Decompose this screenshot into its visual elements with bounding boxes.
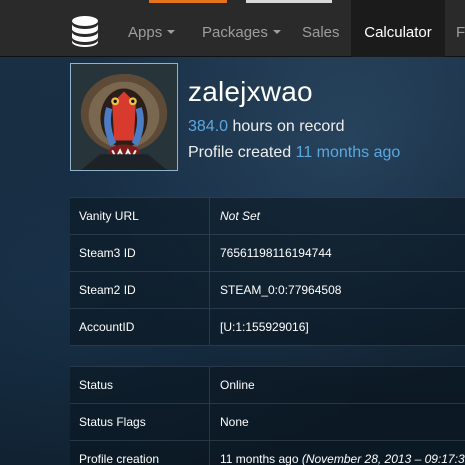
table-row: Steam2 ID STEAM_0:0:77964508 (70, 272, 465, 309)
row-key: Steam3 ID (79, 246, 136, 260)
column-divider (209, 198, 210, 234)
table-row: Status Online (70, 367, 465, 404)
page: Apps Packages Sales Calculator F zalejxw… (0, 0, 465, 465)
row-value[interactable]: 76561198116194744 (220, 235, 332, 272)
row-value[interactable]: [U:1:155929016] (220, 309, 309, 346)
nav-sales-link[interactable]: Sales (302, 0, 340, 57)
table-row: Status Flags None (70, 404, 465, 441)
hours-value: 384.0 (188, 118, 229, 135)
row-key: Profile creation (79, 452, 160, 465)
nav-apps-dropdown[interactable]: Apps (128, 0, 176, 57)
created-value-link[interactable]: 11 months ago (296, 144, 401, 161)
nav-packages-dropdown[interactable]: Packages (202, 0, 281, 57)
profile-username: zalejxwao (188, 76, 313, 107)
chevron-down-icon (272, 30, 281, 35)
nav-calculator-link[interactable]: Calculator (351, 0, 445, 57)
table-row: AccountID [U:1:155929016] (70, 309, 465, 346)
top-navbar: Apps Packages Sales Calculator F (0, 0, 465, 57)
status-table: Status Online Status Flags None Profile … (70, 366, 465, 465)
created-prefix: Profile created (188, 144, 296, 161)
nav-more-label: F (456, 24, 465, 41)
column-divider (209, 441, 210, 465)
row-value: Not Set (220, 209, 261, 223)
steam-ids-table: Vanity URL Not Set Steam3 ID 76561198116… (70, 197, 465, 346)
row-key: AccountID (79, 320, 135, 334)
row-key: Vanity URL (79, 209, 139, 223)
column-divider (209, 272, 210, 308)
mandrill-avatar-image (71, 64, 177, 170)
table-row: Profile creation 11 months ago (November… (70, 441, 465, 465)
row-key: Status (79, 378, 114, 392)
profile-creation-relative: 11 months ago (220, 452, 299, 465)
column-divider (209, 309, 210, 345)
table-row: Steam3 ID 76561198116194744 (70, 235, 465, 272)
nav-more-link[interactable]: F (456, 0, 465, 57)
row-value: Online (220, 378, 255, 392)
nav-apps-label: Apps (128, 24, 163, 41)
avatar[interactable] (70, 63, 178, 171)
row-value: None (220, 415, 249, 429)
nav-sales-label: Sales (302, 24, 340, 41)
hours-on-record: 384.0 hours on record (188, 118, 345, 136)
table-row: Vanity URL Not Set (70, 198, 465, 235)
hours-suffix: hours on record (228, 118, 345, 135)
nav-packages-label: Packages (202, 24, 268, 41)
row-key: Steam2 ID (79, 283, 136, 297)
column-divider (209, 404, 210, 440)
row-value[interactable]: STEAM_0:0:77964508 (220, 272, 341, 309)
database-logo-icon[interactable] (68, 14, 102, 48)
profile-creation-date: (November 28, 2013 – 09:17:36 (301, 452, 465, 465)
chevron-down-icon (167, 30, 176, 35)
nav-calculator-label: Calculator (364, 24, 432, 41)
row-value: 11 months ago (November 28, 2013 – 09:17… (220, 441, 465, 465)
column-divider (209, 235, 210, 271)
profile-created: Profile created 11 months ago (188, 144, 400, 162)
row-key: Status Flags (79, 415, 146, 429)
column-divider (209, 367, 210, 403)
